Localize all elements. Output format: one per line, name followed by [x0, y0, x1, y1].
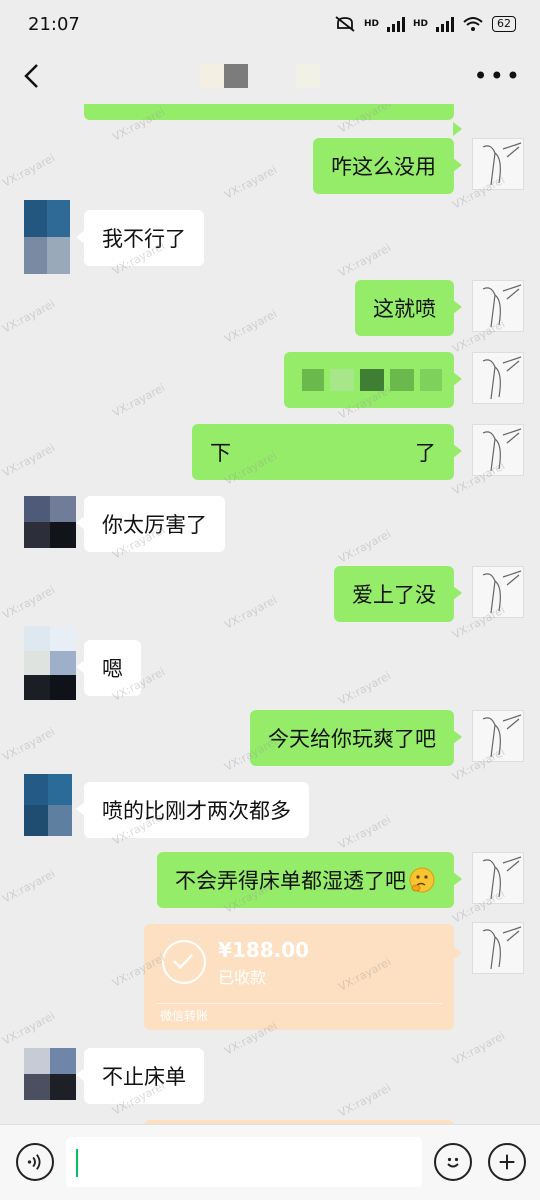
thinking-face-emoji — [409, 867, 435, 893]
watermark: VX:rayarei — [110, 381, 168, 420]
watermark: VX:rayarei — [450, 1029, 508, 1068]
watermark: VX:rayarei — [0, 583, 58, 622]
my-avatar[interactable] — [472, 566, 524, 618]
plus-icon[interactable] — [488, 1143, 526, 1181]
chevron-left-icon[interactable] — [18, 62, 46, 90]
message-bubble[interactable]: 嗯 — [76, 640, 141, 696]
watermark: VX:rayarei — [0, 297, 58, 336]
message-bubble[interactable]: 不止床单 — [76, 1048, 204, 1104]
message-bubble-obscured[interactable]: 下 了 — [192, 424, 462, 480]
my-avatar[interactable] — [472, 852, 524, 904]
mute-icon — [335, 16, 355, 32]
message-bubble[interactable]: 喷的比刚才两次都多 — [76, 782, 309, 838]
my-avatar[interactable] — [472, 352, 524, 404]
message-bubble[interactable]: 你太厉害了 — [76, 496, 225, 552]
smile-icon[interactable] — [434, 1143, 472, 1181]
my-avatar[interactable] — [472, 710, 524, 762]
watermark: VX:rayarei — [336, 813, 394, 852]
watermark: VX:rayarei — [336, 1081, 394, 1120]
message-bubble[interactable]: 咋这么没用 — [313, 138, 462, 194]
my-avatar[interactable] — [472, 280, 524, 332]
voice-icon[interactable] — [16, 1143, 54, 1181]
watermark: VX:rayarei — [222, 307, 280, 346]
input-bar — [0, 1124, 540, 1200]
check-circle-icon — [162, 940, 206, 984]
network-label-2: HD — [412, 19, 428, 29]
contact-avatar[interactable] — [24, 496, 76, 548]
transfer-footer: 微信转账 — [160, 1009, 209, 1023]
my-avatar[interactable] — [472, 424, 524, 476]
message-text-end: 了 — [415, 441, 436, 465]
my-avatar[interactable] — [472, 922, 524, 974]
watermark: VX:rayarei — [222, 593, 280, 632]
transfer-amount: ¥188.00 — [218, 938, 310, 962]
contact-avatar[interactable] — [24, 774, 72, 836]
obscured-mosaic — [302, 369, 442, 391]
message-bubble-obscured[interactable] — [284, 352, 462, 408]
watermark: VX:rayarei — [0, 441, 58, 480]
transfer-divider — [156, 1003, 442, 1004]
contact-avatar[interactable] — [24, 626, 76, 700]
more-dots-icon[interactable]: ••• — [474, 62, 522, 90]
wifi-icon — [463, 17, 483, 31]
signal-icon-1 — [386, 16, 405, 32]
message-bubble-partial[interactable] — [84, 104, 462, 136]
watermark: VX:rayarei — [336, 241, 394, 280]
watermark: VX:rayarei — [0, 1009, 58, 1048]
message-bubble[interactable]: 今天给你玩爽了吧 — [250, 710, 462, 766]
watermark: VX:rayarei — [0, 151, 58, 190]
network-label-1: HD — [363, 19, 379, 29]
text-caret — [76, 1149, 78, 1177]
battery-icon: 62 — [492, 16, 516, 32]
message-bubble[interactable]: 不会弄得床单都湿透了吧 — [157, 852, 462, 908]
watermark: VX:rayarei — [336, 527, 394, 566]
my-avatar[interactable] — [472, 138, 524, 190]
watermark: VX:rayarei — [336, 669, 394, 708]
message-text-start: 下 — [210, 441, 231, 465]
status-time: 21:07 — [28, 13, 80, 35]
watermark: VX:rayarei — [0, 867, 58, 906]
message-bubble[interactable]: 我不行了 — [76, 210, 204, 266]
transfer-status: 已收款 — [218, 968, 267, 987]
status-icons: HD HD 62 — [334, 15, 516, 33]
chat-title-obscured — [199, 64, 320, 88]
contact-avatar[interactable] — [24, 1048, 76, 1100]
signal-icon-2 — [436, 16, 454, 32]
message-bubble[interactable]: 这就喷 — [355, 280, 462, 336]
nav-bar: ••• — [0, 48, 540, 104]
contact-avatar[interactable] — [24, 200, 70, 274]
chat-list[interactable]: 咋这么没用 我不行了 这就喷 下 了 你太厉害了 爱上了没 嗯 今天给你玩爽了吧… — [0, 104, 540, 1124]
transfer-card[interactable]: ¥188.00 已收款 微信转账 — [144, 924, 462, 1030]
message-text: 不会弄得床单都湿透了吧 — [175, 869, 406, 893]
message-bubble[interactable]: 爱上了没 — [334, 566, 462, 622]
watermark: VX:rayarei — [222, 163, 280, 202]
watermark: VX:rayarei — [0, 725, 58, 764]
message-input[interactable] — [66, 1137, 422, 1187]
status-bar: 21:07 HD HD 62 — [0, 0, 540, 48]
